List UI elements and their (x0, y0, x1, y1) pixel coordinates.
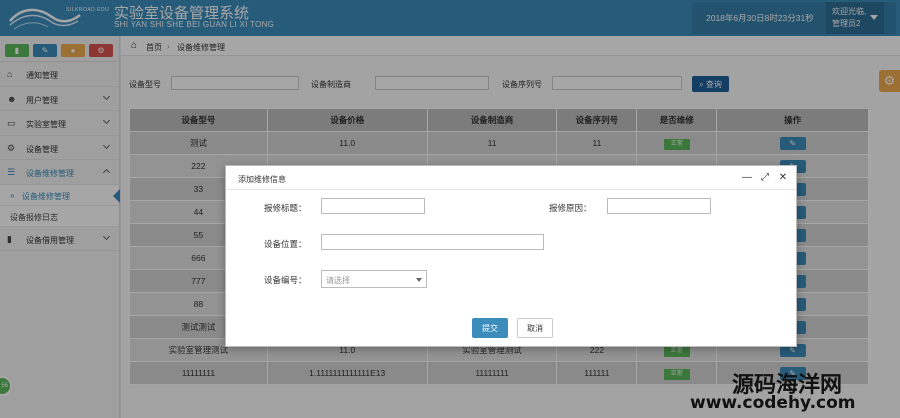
repair-title-label: 报修标题： (264, 203, 307, 213)
caret-down-icon (416, 278, 422, 282)
cancel-button[interactable]: 取消 (517, 318, 553, 338)
watermark-url: www.codehy.com (690, 393, 856, 413)
maximize-icon[interactable]: ⤢ (759, 171, 771, 185)
dialog-header: 添加维修信息 — ⤢ ✕ (226, 166, 796, 190)
device-no-label: 设备编号： (264, 275, 307, 285)
location-input[interactable] (321, 234, 544, 250)
location-label: 设备位置： (264, 239, 307, 249)
repair-reason-label: 报修原因： (549, 203, 592, 213)
device-no-select[interactable]: 请选择 (321, 270, 427, 288)
submit-button[interactable]: 提交 (472, 318, 508, 338)
minimize-icon[interactable]: — (741, 171, 753, 185)
select-placeholder: 请选择 (326, 276, 350, 285)
dialog-title: 添加维修信息 (238, 175, 286, 184)
close-icon[interactable]: ✕ (777, 171, 789, 185)
add-repair-dialog: 添加维修信息 — ⤢ ✕ 报修标题： 报修原因： 设备位置： 设备编号： 请选择… (225, 165, 797, 347)
repair-title-input[interactable] (321, 198, 425, 214)
repair-reason-input[interactable] (607, 198, 711, 214)
